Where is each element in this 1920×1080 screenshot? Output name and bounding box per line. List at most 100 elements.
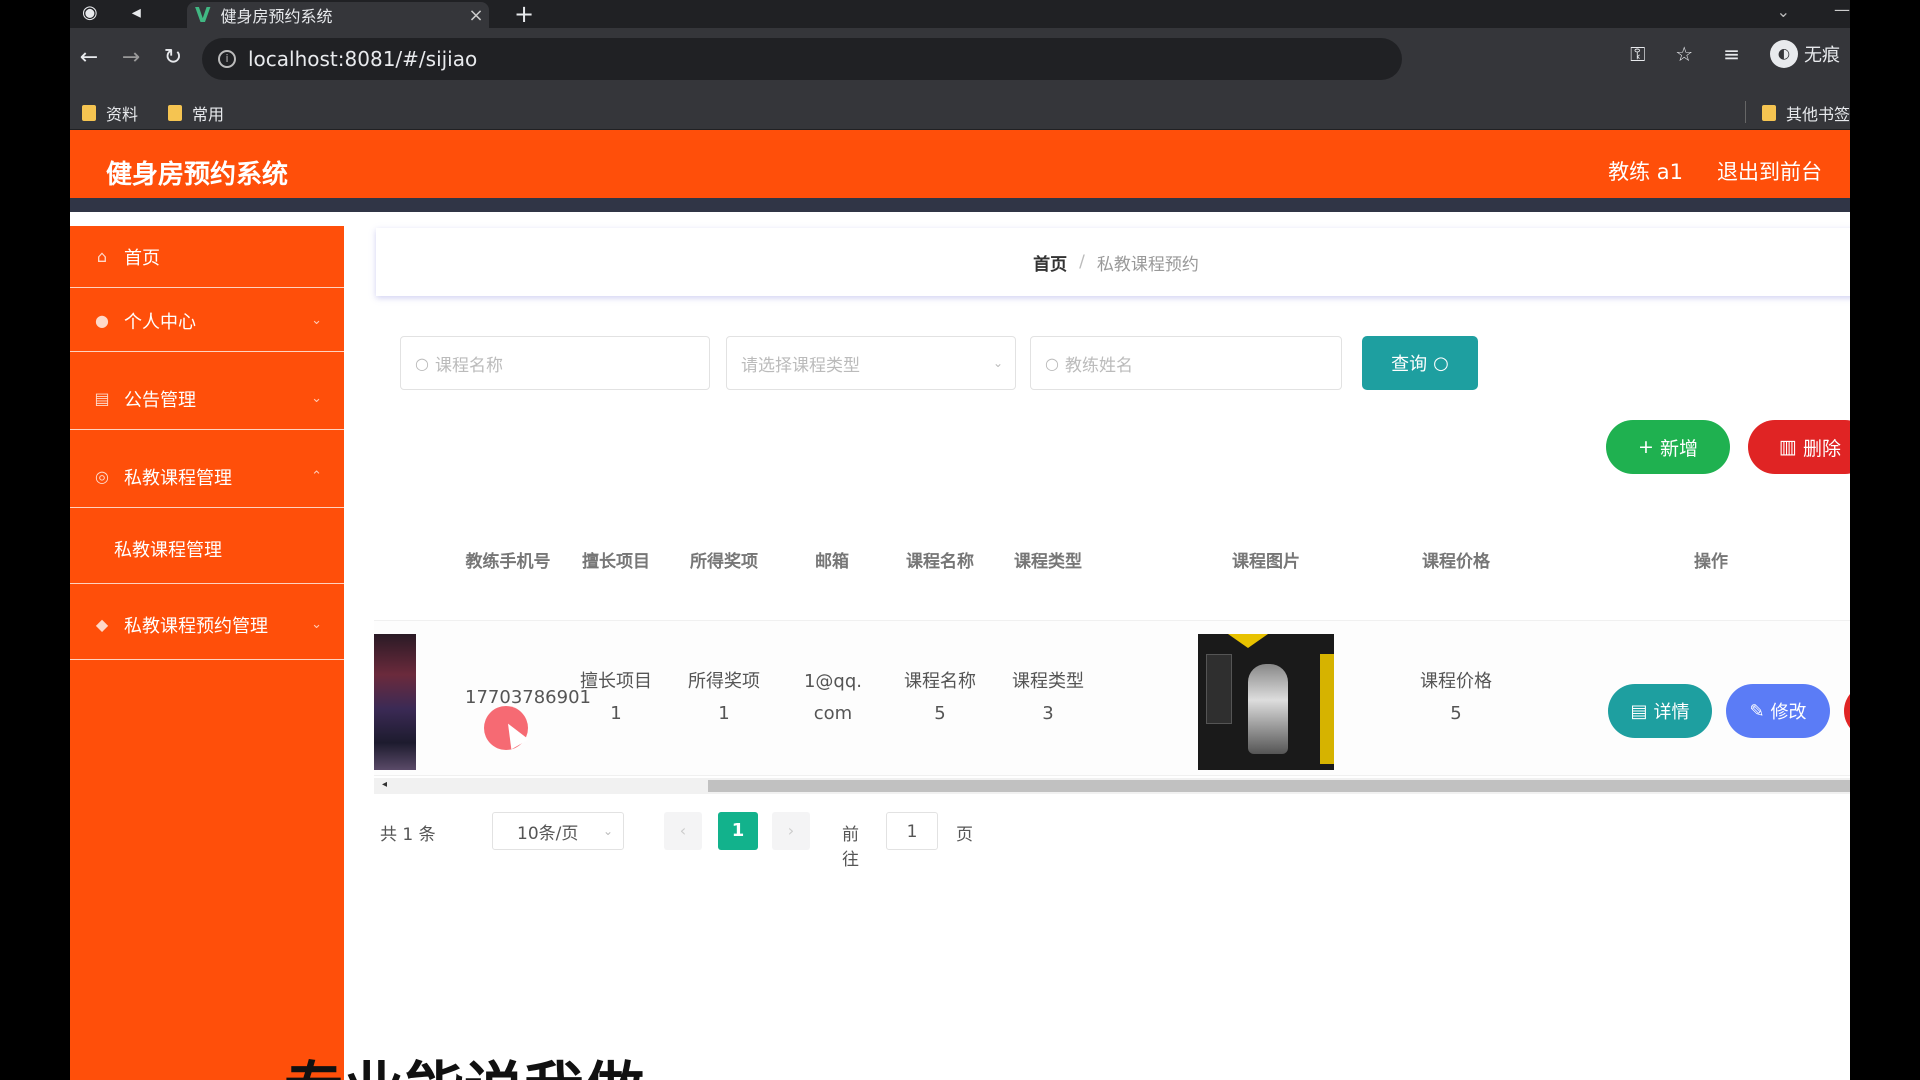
scrollbar-thumb[interactable] [708, 780, 1850, 792]
bookmark-star-icon[interactable]: ☆ [1675, 42, 1693, 66]
new-tab-icon[interactable]: + [514, 0, 534, 28]
coach-name-placeholder: 教练姓名 [1064, 355, 1133, 376]
sidebar-item-label: 个人中心 [124, 311, 196, 333]
add-button[interactable]: + 新增 [1606, 420, 1730, 474]
key-icon[interactable]: ⚿ [1630, 42, 1645, 66]
sidebar-item-notices[interactable]: ▤ 公告管理 ⌄ [70, 368, 344, 430]
browser-tab[interactable]: V 健身房预约系统 × [187, 2, 489, 28]
query-label: 查询 [1391, 354, 1428, 375]
sidebar-item-booking-management[interactable]: ◆ 私教课程预约管理 ⌄ [70, 590, 344, 660]
browser-tab-bar: ◉ ◂ V 健身房预约系统 × + ⌄ — [70, 0, 1850, 28]
toolbar-actions: ⚿ ☆ ≡ ◐ 无痕 [1630, 40, 1840, 68]
goto-suffix: 页 [956, 825, 973, 845]
logout-link[interactable]: 退出到前台 [1717, 156, 1822, 186]
bookmark-folder-1[interactable]: 资料 [82, 101, 138, 125]
bookmark-folder-2[interactable]: 常用 [168, 101, 224, 125]
course-type-placeholder: 请选择课程类型 [741, 355, 860, 376]
chevron-down-icon: ⌄ [311, 391, 322, 406]
header-right: 教练 a1 退出到前台 [1608, 156, 1822, 186]
query-button[interactable]: 查询 ○ [1362, 336, 1478, 390]
header-course-name: 课程名称 [906, 552, 974, 572]
scroll-left-icon[interactable]: ◂ [382, 779, 387, 790]
course-type-select[interactable]: 请选择课程类型 ⌄ [726, 336, 1016, 390]
screen-border-right [1850, 0, 1920, 1080]
prev-page-button[interactable]: ‹ [664, 812, 702, 850]
main-content: 首页 / 私教课程预约 ○ 课程名称 请选择课程类型 ⌄ ○ 教练姓名 查询 ○… [344, 226, 1850, 1080]
edit-icon: ✎ [1749, 700, 1765, 722]
detail-label: 详情 [1653, 702, 1690, 723]
cell-phone: 17703786901 [465, 687, 591, 708]
reload-icon[interactable]: ↻ [158, 45, 188, 70]
breadcrumb-current: 私教课程预约 [1096, 254, 1199, 275]
close-tab-icon[interactable]: × [463, 5, 489, 26]
booking-icon: ◆ [95, 614, 109, 634]
app-header: 健身房预约系统 教练 a1 退出到前台 [70, 130, 1850, 212]
page-size-select[interactable]: 10条/页 ⌄ [492, 812, 624, 850]
sidebar-item-label: 私教课程预约管理 [124, 615, 268, 637]
incognito-icon: ◐ [1770, 40, 1798, 68]
coach-name-input[interactable]: ○ 教练姓名 [1030, 336, 1342, 390]
bookmark-label: 资料 [106, 105, 139, 124]
bookmarks-divider [1745, 101, 1746, 123]
app-title: 健身房预约系统 [106, 160, 289, 190]
goto-page-input[interactable]: 1 [886, 812, 938, 850]
horizontal-scrollbar[interactable]: ◂ [374, 778, 1850, 794]
edit-label: 修改 [1770, 702, 1807, 723]
chevron-down-icon: ⌄ [311, 313, 322, 328]
sidebar-item-course-management[interactable]: ◎ 私教课程管理 ⌃ [70, 446, 344, 508]
image-bar [1320, 654, 1334, 764]
browser-menu-icon[interactable]: ◉ [82, 2, 98, 23]
minimize-icon[interactable]: — [1834, 0, 1850, 19]
address-bar[interactable]: i localhost:8081/#/sijiao [202, 38, 1402, 80]
back-icon[interactable]: ← [74, 45, 104, 70]
user-icon: ● [95, 310, 109, 330]
profile-button[interactable]: ◐ 无痕 [1770, 40, 1840, 68]
profile-label: 无痕 [1804, 45, 1840, 66]
bookmarks-bar: 资料 常用 其他书签 [70, 93, 1850, 130]
batch-delete-button[interactable]: ▥ 删除 [1748, 420, 1850, 474]
forward-icon[interactable]: → [116, 45, 146, 70]
page-number-active[interactable]: 1 [718, 812, 758, 850]
cell-specialty: 擅长项目1 [580, 671, 652, 724]
header-email: 邮箱 [815, 552, 849, 572]
sidebar-item-profile[interactable]: ● 个人中心 ⌄ [70, 290, 344, 352]
folder-icon [82, 105, 96, 121]
browser-toolbar: ← → ↻ i localhost:8081/#/sijiao ⚿ ☆ ≡ ◐ … [70, 28, 1850, 93]
site-info-icon[interactable]: i [218, 50, 236, 68]
sidebar-item-label: 私教课程管理 [124, 467, 232, 489]
breadcrumb-home[interactable]: 首页 [1033, 250, 1067, 275]
audio-icon[interactable]: ◂ [132, 2, 141, 23]
url-text: localhost:8081/#/sijiao [248, 47, 478, 71]
course-image [1198, 634, 1334, 770]
search-icon: ○ [415, 353, 429, 373]
folder-icon [1762, 105, 1776, 121]
detail-button[interactable]: ▤ 详情 [1608, 684, 1712, 738]
course-icon: ◎ [95, 466, 109, 486]
image-triangle [1228, 634, 1268, 648]
cell-price: 课程价格5 [1420, 671, 1492, 724]
chevron-down-icon: ⌄ [602, 824, 613, 838]
sidebar-item-label: 公告管理 [124, 389, 196, 411]
next-page-button[interactable]: › [772, 812, 810, 850]
header-course-price: 课程价格 [1422, 552, 1490, 572]
tab-search-icon[interactable]: ⌄ [1777, 0, 1790, 24]
add-label: 新增 [1659, 437, 1698, 460]
header-course-type: 课程类型 [1014, 552, 1082, 572]
pagination: 共 1 条 10条/页 ⌄ ‹ 1 › 前往 1 页 [380, 812, 973, 870]
search-icon: ○ [1045, 353, 1059, 373]
other-bookmarks[interactable]: 其他书签 [1762, 101, 1850, 125]
submenu-item-course-management[interactable]: 私教课程管理 [70, 514, 344, 584]
other-bookmarks-label: 其他书签 [1786, 105, 1850, 124]
cell-award: 所得奖项1 [688, 671, 760, 724]
chevron-down-icon: ⌄ [311, 617, 322, 632]
goto-prefix: 前往 [842, 825, 859, 870]
cell-course-name: 课程名称5 [904, 671, 976, 724]
sidebar-item-home[interactable]: ⌂ 首页 [70, 226, 344, 288]
header-award: 所得奖项 [690, 552, 758, 572]
breadcrumb: 首页 / 私教课程预约 [376, 228, 1850, 296]
edit-button[interactable]: ✎ 修改 [1726, 684, 1830, 738]
reading-list-icon[interactable]: ≡ [1723, 42, 1740, 66]
tab-left-icons: ◉ ◂ [82, 2, 141, 23]
tab-title: 健身房预约系统 [220, 7, 333, 26]
course-name-input[interactable]: ○ 课程名称 [400, 336, 710, 390]
